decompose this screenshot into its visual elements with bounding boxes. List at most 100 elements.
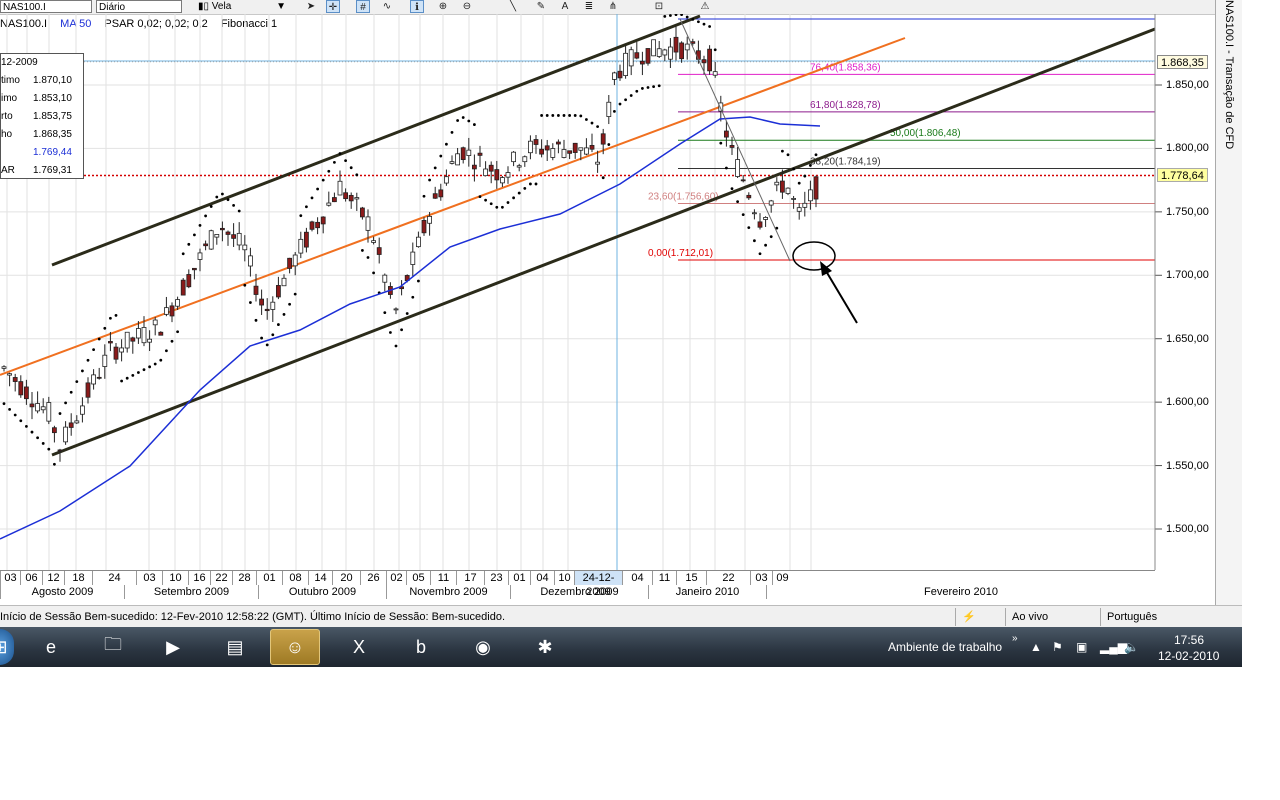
- start-button[interactable]: ⊞: [0, 629, 14, 665]
- candle-body: [303, 231, 309, 248]
- psar-dot: [355, 173, 359, 177]
- psar-dot: [540, 114, 543, 117]
- bank-b-icon[interactable]: b: [396, 629, 446, 665]
- fibonacci-icon[interactable]: ≣: [582, 0, 596, 13]
- paint-icon[interactable]: ✱: [520, 629, 570, 665]
- candle-body: [785, 187, 791, 194]
- day-label: 20: [332, 571, 360, 585]
- candle-body: [231, 234, 237, 239]
- candle-body: [528, 140, 533, 154]
- volume-icon[interactable]: 🔈: [1124, 640, 1139, 654]
- psar-dot: [669, 14, 672, 17]
- psar-dot: [753, 239, 756, 243]
- psar-dot: [697, 20, 700, 24]
- candle-body: [393, 308, 399, 311]
- chart-type-select[interactable]: ▮▯ Vela ▼: [196, 0, 290, 13]
- candle-body: [522, 156, 528, 163]
- pencil-icon[interactable]: ✎: [534, 0, 548, 13]
- price-chart[interactable]: 76,40(1.858,36) 61,80(1.828,78) 50,00(1.80…: [0, 14, 1215, 598]
- psar-dot: [271, 333, 275, 337]
- connection-icon[interactable]: ⚡: [955, 608, 1002, 626]
- psar-dot: [81, 369, 84, 373]
- ie-icon[interactable]: e: [26, 629, 76, 665]
- candle-body: [331, 197, 337, 203]
- media-player-icon[interactable]: ▶: [148, 629, 198, 665]
- wave-icon[interactable]: ∿: [380, 0, 394, 13]
- candle-body: [757, 221, 763, 228]
- windows-taskbar: ⊞ e 🗀 ▶ ▤ ☺ X b ◉ ✱ Ambiente de trabalho…: [0, 627, 1242, 667]
- candle-body: [740, 179, 746, 182]
- price-tick: 1.850,00: [1166, 79, 1209, 91]
- status-language[interactable]: Português: [1100, 608, 1237, 626]
- psar-dot: [680, 14, 683, 17]
- time-axis: 03 06 12 18 24 03 10 16 22 28 01 08 14 20 26 02 05 11 17 23…: [0, 570, 1155, 599]
- candle-body: [415, 236, 421, 248]
- day-label: 04: [530, 571, 554, 585]
- psar-dot: [601, 176, 605, 180]
- day-label: 03: [750, 571, 772, 585]
- explorer-icon[interactable]: 🗀: [88, 629, 138, 665]
- zoom-in-icon[interactable]: ⊕: [436, 0, 450, 13]
- magnet-icon[interactable]: ⋔: [606, 0, 620, 13]
- price-tick: 1.600,00: [1166, 396, 1209, 409]
- candle-body: [102, 354, 108, 367]
- price-tick: 1.650,00: [1166, 332, 1209, 345]
- psar-dot: [198, 223, 202, 227]
- psar-dot: [456, 119, 459, 122]
- psar-dot: [361, 249, 364, 252]
- candle-body: [152, 319, 158, 326]
- crosshair-icon[interactable]: ✛: [326, 0, 340, 13]
- tray-arrow-icon[interactable]: ▲: [1030, 640, 1042, 654]
- psar-dot: [389, 331, 392, 334]
- chart-toolbar: NAS100.I Diário ▮▯ Vela ▼ ➤ ✛ # ∿ ℹ ⊕ ⊖ …: [0, 0, 1215, 15]
- psar-dot: [53, 462, 56, 466]
- messenger-icon[interactable]: ☺: [270, 629, 320, 665]
- cursor-icon[interactable]: ➤: [304, 0, 318, 13]
- excel-icon[interactable]: X: [334, 629, 384, 665]
- clock-time[interactable]: 17:56: [1174, 633, 1204, 647]
- expand-chevron-icon[interactable]: »: [1012, 633, 1018, 644]
- candle-body: [163, 307, 169, 315]
- psar-dot: [232, 203, 236, 207]
- candle-body: [421, 219, 427, 234]
- zoom-out-icon[interactable]: ⊖: [460, 0, 474, 13]
- psar-dot: [13, 413, 17, 417]
- candle-body: [544, 145, 550, 151]
- psar-dot: [691, 17, 695, 21]
- candle-body: [684, 43, 690, 51]
- psar-dot: [489, 202, 493, 206]
- clock-date[interactable]: 12-02-2010: [1158, 649, 1219, 663]
- psar-dot: [249, 301, 252, 304]
- network-icon[interactable]: ▂▄▆: [1100, 640, 1127, 654]
- symbol-select[interactable]: NAS100.I: [0, 0, 92, 13]
- psar-dot: [652, 85, 655, 89]
- zoom-fit-icon[interactable]: ⊡: [652, 0, 666, 13]
- lock-icon[interactable]: ⚠: [698, 0, 712, 13]
- data-window-icon[interactable]: ℹ: [410, 0, 424, 13]
- notes-icon[interactable]: ▤: [210, 629, 260, 665]
- desktop-toolbar-label[interactable]: Ambiente de trabalho: [888, 640, 1002, 654]
- psar-dot: [730, 187, 734, 191]
- candle-body: [511, 151, 517, 163]
- grid-icon[interactable]: #: [356, 0, 370, 13]
- psar-dot: [411, 295, 415, 299]
- psar-dot: [557, 114, 560, 117]
- flag-icon[interactable]: ⚑: [1052, 640, 1063, 654]
- candle-body: [455, 153, 461, 166]
- candle-body: [203, 243, 209, 247]
- day-label: 05: [406, 571, 430, 585]
- data-window: 12-2009 timo 1.870,10 imo 1.853,10 rto 1.853,…: [0, 53, 84, 179]
- line-icon[interactable]: ╲: [506, 0, 520, 13]
- psar-dot: [277, 323, 280, 326]
- psar-dot: [439, 154, 443, 158]
- psar-dot: [506, 201, 510, 204]
- period-select[interactable]: Diário: [96, 0, 182, 13]
- text-icon[interactable]: A: [558, 0, 572, 13]
- cfd-side-tab[interactable]: NAS100.I - Transação de CFD: [1215, 0, 1243, 605]
- psar-dot: [579, 114, 583, 118]
- psar-dot: [265, 343, 269, 347]
- firefox-icon[interactable]: ◉: [458, 629, 508, 665]
- security-icon[interactable]: ▣: [1076, 640, 1087, 654]
- psar-dot: [585, 118, 588, 121]
- data-window-row: rto 1.853,75: [1, 108, 83, 126]
